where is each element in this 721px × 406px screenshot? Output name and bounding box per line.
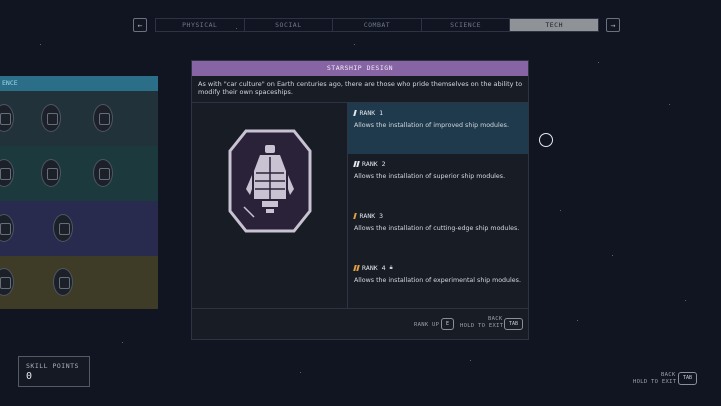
rank-label: RANK 2: [362, 160, 386, 168]
rank-up-label: RANK UP: [414, 322, 440, 328]
rank-4-entry[interactable]: RANK 4 🔒︎ Allows the installation of exp…: [348, 258, 528, 309]
rank-description: Allows the installation of superior ship…: [354, 173, 506, 180]
rank-list: RANK 1 Allows the installation of improv…: [348, 103, 528, 309]
skill-tree-header: ENCE: [0, 76, 158, 91]
skill-badge: [228, 129, 312, 233]
rank-description: Allows the installation of experimental …: [354, 277, 521, 284]
rank-pip-icon: [353, 265, 359, 271]
back-hold-to-exit-label: HOLD TO EXIT: [460, 323, 504, 329]
skill-points-label: SKILL POINTS: [26, 362, 79, 370]
skill-node-icon[interactable]: [0, 268, 14, 296]
corner-back-button[interactable]: TAB: [678, 372, 697, 385]
skill-points-box: SKILL POINTS 0: [18, 356, 90, 387]
rank-description: Allows the installation of cutting-edge …: [354, 225, 520, 232]
skill-node-icon[interactable]: [53, 268, 73, 296]
skill-tree-panel: ENCE: [0, 76, 158, 309]
rank-description: Allows the installation of improved ship…: [354, 122, 509, 129]
rank-up-button[interactable]: E: [441, 318, 454, 330]
skill-points-value: 0: [26, 371, 33, 382]
next-tab-arrow-icon[interactable]: →: [606, 18, 620, 32]
rank-pip-icon: [353, 110, 357, 116]
rank-2-entry[interactable]: RANK 2 Allows the installation of superi…: [348, 154, 528, 205]
prev-tab-arrow-icon[interactable]: ←: [133, 18, 147, 32]
skill-category-tabs: ← PHYSICAL SOCIAL COMBAT SCIENCE TECH →: [133, 18, 620, 34]
skill-tier-row-3: [0, 201, 158, 256]
skill-node-icon[interactable]: [41, 159, 61, 187]
tab-physical[interactable]: PHYSICAL: [156, 19, 245, 31]
skill-title: STARSHIP DESIGN: [192, 61, 528, 76]
tab-strip: PHYSICAL SOCIAL COMBAT SCIENCE TECH: [155, 18, 599, 32]
skill-node-icon[interactable]: [0, 104, 14, 132]
corner-back-label: BACK: [661, 372, 676, 378]
skill-description: As with "car culture" on Earth centuries…: [198, 80, 523, 96]
corner-hold-to-exit-label: HOLD TO EXIT: [633, 379, 677, 385]
skill-tier-row-4: [0, 256, 158, 309]
back-button[interactable]: TAB: [504, 318, 523, 330]
skill-tier-row-1: [0, 91, 158, 146]
rank-label: RANK 3: [359, 212, 383, 220]
skill-detail-card: STARSHIP DESIGN As with "car culture" on…: [191, 60, 529, 340]
skill-node-icon[interactable]: [93, 159, 113, 187]
tab-tech[interactable]: TECH: [510, 19, 598, 31]
card-footer: RANK UP E BACK HOLD TO EXIT TAB: [192, 308, 528, 339]
cursor-icon: [539, 133, 553, 147]
rank-1-entry[interactable]: RANK 1 Allows the installation of improv…: [348, 103, 528, 154]
spaceship-icon: [228, 129, 312, 233]
skill-node-icon[interactable]: [53, 214, 73, 242]
skill-node-icon[interactable]: [0, 159, 14, 187]
skill-node-icon[interactable]: [41, 104, 61, 132]
tab-social[interactable]: SOCIAL: [245, 19, 334, 31]
rank-label: RANK 4: [362, 264, 386, 272]
rank-pip-icon: [353, 161, 359, 167]
rank-label: RANK 1: [359, 109, 383, 117]
tab-science[interactable]: SCIENCE: [422, 19, 511, 31]
rank-3-entry[interactable]: RANK 3 Allows the installation of cuttin…: [348, 206, 528, 257]
skill-tier-row-2: [0, 146, 158, 201]
lock-icon: 🔒︎: [389, 264, 393, 271]
skill-node-icon[interactable]: [0, 214, 14, 242]
skill-node-icon[interactable]: [93, 104, 113, 132]
back-label: BACK: [488, 316, 503, 322]
tab-combat[interactable]: COMBAT: [333, 19, 422, 31]
rank-pip-icon: [353, 213, 357, 219]
